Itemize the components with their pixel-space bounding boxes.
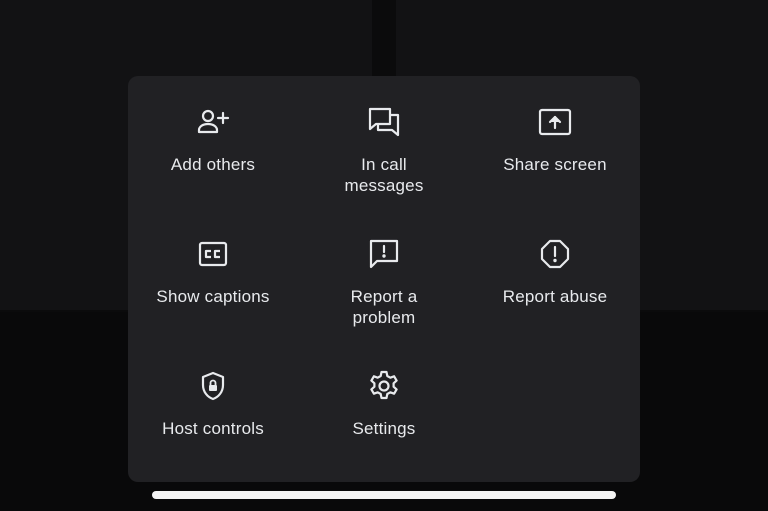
more-options-menu: Add others In call messages Share screen… xyxy=(128,76,640,482)
feedback-icon xyxy=(366,236,402,272)
in-call-messages-button[interactable]: In call messages xyxy=(299,104,469,236)
host-controls-button[interactable]: Host controls xyxy=(128,368,298,500)
report-abuse-label: Report abuse xyxy=(502,287,608,306)
shield-lock-icon xyxy=(195,368,231,404)
chat-messages-icon xyxy=(366,104,402,140)
call-screen: Add others In call messages Share screen… xyxy=(0,0,768,511)
settings-label: Settings xyxy=(352,419,416,438)
share-screen-label: Share screen xyxy=(503,155,607,174)
add-others-label: Add others xyxy=(170,155,256,174)
add-others-button[interactable]: Add others xyxy=(128,104,298,236)
report-problem-button[interactable]: Report a problem xyxy=(299,236,469,368)
present-screen-icon xyxy=(537,104,573,140)
host-controls-label: Host controls xyxy=(162,419,264,438)
report-abuse-button[interactable]: Report abuse xyxy=(470,236,640,368)
add-person-icon xyxy=(195,104,231,140)
show-captions-label: Show captions xyxy=(156,287,270,306)
share-screen-button[interactable]: Share screen xyxy=(470,104,640,236)
closed-captions-icon xyxy=(195,236,231,272)
settings-button[interactable]: Settings xyxy=(299,368,469,500)
show-captions-button[interactable]: Show captions xyxy=(128,236,298,368)
report-problem-label: Report a problem xyxy=(350,287,418,327)
home-indicator[interactable] xyxy=(152,491,616,499)
report-icon xyxy=(537,236,573,272)
menu-grid: Add others In call messages Share screen… xyxy=(128,104,640,500)
in-call-messages-label: In call messages xyxy=(344,155,424,195)
gear-icon xyxy=(366,368,402,404)
